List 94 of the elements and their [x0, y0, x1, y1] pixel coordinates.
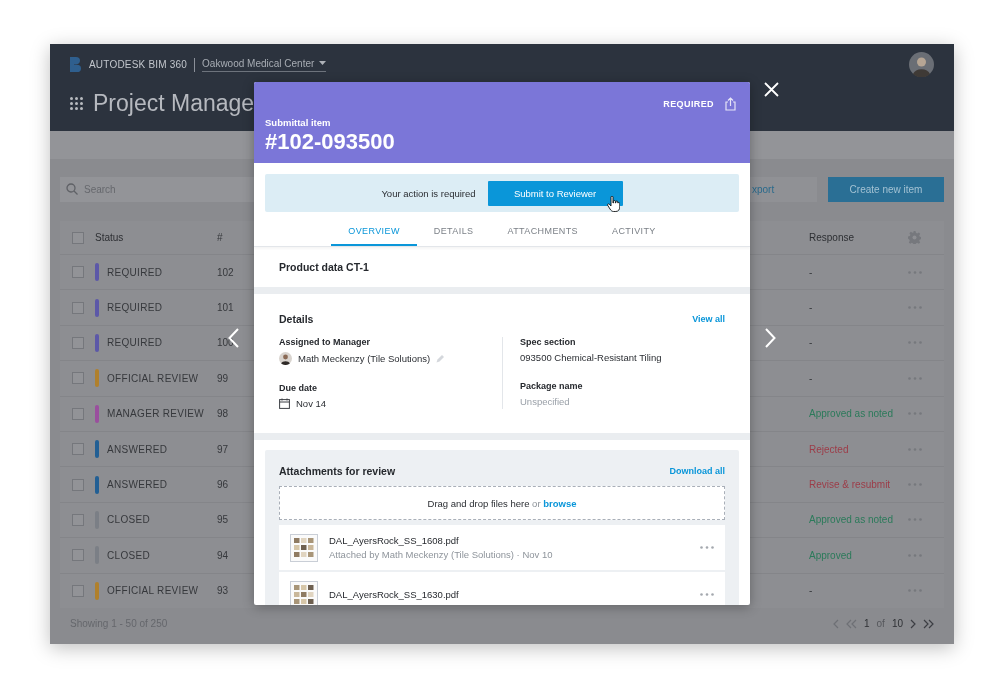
response-text: Approved — [809, 549, 853, 561]
row-checkbox[interactable] — [72, 372, 84, 385]
table-cell: 98 — [217, 408, 229, 420]
field-value: 093500 Chemical-Resistant Tiling — [520, 352, 662, 363]
file-meta: Attached by Math Meckenzy (Tile Solutions) · Nov 10 — [329, 549, 554, 560]
current-page: 1 — [863, 618, 870, 630]
file-card[interactable]: DAL_AyersRock_SS_1630.pdf — [279, 572, 725, 605]
table-cell: 93 — [217, 585, 229, 597]
status-text: REQUIRED — [107, 302, 164, 314]
column-header: Response — [809, 232, 856, 243]
response-text: Approved as noted — [809, 514, 894, 526]
response-text: - — [809, 372, 814, 384]
double-chevron-right-icon[interactable] — [923, 618, 934, 629]
column-header: Status — [95, 232, 125, 243]
status-text: OFFICIAL REVIEW — [107, 372, 200, 384]
brand-name: AUTODESK BIM 360 — [89, 59, 188, 70]
avatar-icon — [279, 352, 292, 365]
search-icon — [66, 183, 78, 195]
product-name: Product data CT-1 — [279, 261, 369, 273]
file-name: DAL_AyersRock_SS_1608.pdf — [329, 535, 460, 546]
more-icon[interactable] — [700, 546, 714, 549]
response-text: - — [809, 302, 814, 314]
field-value: Math Meckenzy (Tile Solutions) — [298, 353, 431, 364]
apps-grid-icon[interactable] — [70, 97, 83, 110]
field-label: Assigned to Manager — [279, 337, 371, 347]
avatar-icon[interactable] — [909, 52, 934, 77]
row-checkbox[interactable] — [72, 513, 84, 526]
row-checkbox[interactable] — [72, 443, 84, 456]
drop-hint: Drag and drop files here or browse — [427, 497, 577, 509]
item-number: #102-093500 — [265, 129, 396, 155]
status-text: CLOSED — [107, 514, 151, 526]
field-label: Due date — [279, 383, 318, 393]
file-card[interactable]: DAL_AyersRock_SS_1608.pdf Attached by Math Meckenzy (Tile Solutions) · Nov 10 — [279, 525, 725, 570]
create-item-button[interactable]: Create new item — [828, 177, 944, 202]
hand-cursor-icon — [607, 196, 620, 212]
tab[interactable]: DETAILS — [416, 219, 491, 246]
table-cell: 96 — [217, 479, 229, 491]
logo-icon — [70, 57, 81, 72]
more-icon[interactable] — [700, 593, 714, 596]
page-title: Project Manage — [93, 90, 255, 117]
row-checkbox[interactable] — [72, 584, 84, 597]
field-value: Nov 14 — [296, 398, 327, 409]
field-label: Spec section — [520, 337, 577, 347]
response-text: Rejected — [809, 443, 850, 455]
row-checkbox[interactable] — [72, 549, 84, 562]
caret-icon — [319, 61, 327, 65]
status-label: REQUIRED — [663, 99, 714, 109]
section-title: Details — [279, 313, 314, 325]
chevron-right-icon[interactable] — [910, 618, 916, 629]
settings-icon[interactable] — [908, 231, 921, 244]
status-text: ANSWERED — [107, 479, 169, 491]
row-checkbox[interactable] — [72, 478, 84, 491]
row-checkbox[interactable] — [72, 336, 84, 349]
tab[interactable]: ATTACHMENTS — [490, 219, 596, 246]
response-text: - — [809, 585, 814, 597]
submit-button[interactable]: Submit to Reviewer — [487, 180, 623, 206]
status-text: ANSWERED — [107, 443, 169, 455]
status-text: OFFICIAL REVIEW — [107, 585, 200, 597]
select-all-checkbox[interactable] — [72, 231, 84, 244]
share-icon[interactable] — [725, 97, 736, 111]
project-selector[interactable]: Oakwood Medical Center — [202, 57, 327, 72]
status-text: REQUIRED — [107, 266, 164, 278]
file-name: DAL_AyersRock_SS_1630.pdf — [329, 589, 460, 600]
table-cell: 97 — [217, 443, 229, 455]
close-icon[interactable] — [764, 82, 779, 97]
total-pages: 10 — [891, 618, 903, 630]
tab[interactable]: ACTIVITY — [595, 219, 673, 246]
response-text: - — [809, 337, 814, 349]
item-type-label: Submittal item — [265, 117, 332, 128]
field-label: Package name — [520, 381, 584, 391]
response-text: Revise & resubmit — [809, 479, 892, 491]
table-cell: 94 — [217, 549, 229, 561]
row-checkbox[interactable] — [72, 266, 84, 279]
double-chevron-left-icon[interactable] — [845, 618, 857, 629]
section-title: Attachments for review — [279, 465, 396, 477]
table-cell: 95 — [217, 514, 229, 526]
pencil-icon[interactable] — [436, 354, 445, 363]
response-text: Approved as noted — [809, 408, 894, 420]
browse-link[interactable]: browse — [543, 497, 577, 509]
column-header: # — [217, 232, 223, 243]
response-text: - — [809, 266, 814, 278]
table-cell: 99 — [217, 372, 229, 384]
status-text: CLOSED — [107, 549, 151, 561]
table-cell: 102 — [217, 266, 234, 278]
download-all-link[interactable]: Download all — [669, 466, 725, 476]
tab[interactable]: OVERVIEW — [331, 219, 417, 246]
view-all-link[interactable]: View all — [692, 314, 725, 324]
row-checkbox[interactable] — [72, 407, 84, 420]
status-text: REQUIRED — [107, 337, 164, 349]
calendar-icon — [279, 398, 290, 409]
drop-zone[interactable]: Drag and drop files here or browse — [279, 486, 725, 520]
status-text: MANAGER REVIEW — [107, 408, 205, 420]
row-checkbox[interactable] — [72, 301, 84, 314]
table-cell: 101 — [217, 302, 234, 314]
